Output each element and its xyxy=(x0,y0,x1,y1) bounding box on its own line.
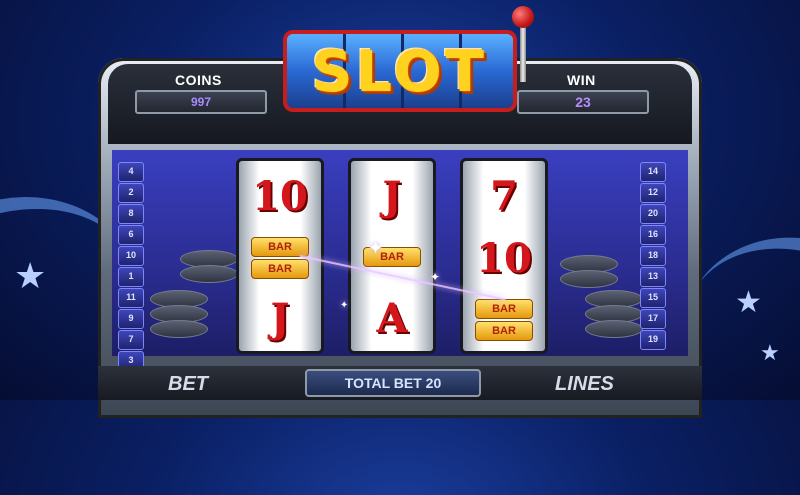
payline-button[interactable]: 18 xyxy=(640,246,666,266)
payline-button[interactable]: 16 xyxy=(640,225,666,245)
coin-icon xyxy=(180,265,238,283)
payline-button[interactable]: 4 xyxy=(118,162,144,182)
coins-value: 997 xyxy=(135,90,267,114)
lines-button[interactable]: LINES xyxy=(555,373,614,396)
payline-button[interactable]: 20 xyxy=(640,204,666,224)
payline-button[interactable]: 14 xyxy=(640,162,666,182)
bet-button[interactable]: BET xyxy=(168,373,208,396)
win-label: WIN xyxy=(567,72,596,88)
slot-title: SLOT xyxy=(312,40,488,105)
reel-symbol: J xyxy=(382,173,402,220)
payline-button[interactable]: 8 xyxy=(118,204,144,224)
reel-1: 10 BAR BAR J xyxy=(236,158,324,354)
reel-2: J BAR A xyxy=(348,158,436,354)
right-paylines: 14 12 20 16 18 13 15 17 19 xyxy=(640,162,666,351)
payline-button[interactable]: 9 xyxy=(118,309,144,329)
payline-button[interactable]: 11 xyxy=(118,288,144,308)
payline-button[interactable]: 17 xyxy=(640,309,666,329)
reel-symbol: A xyxy=(376,295,408,342)
payline-button[interactable]: 7 xyxy=(118,330,144,350)
sparkle-icon: ✦ xyxy=(340,300,349,311)
payline-button[interactable]: 13 xyxy=(640,267,666,287)
payline-button[interactable]: 10 xyxy=(118,246,144,266)
lever-knob[interactable] xyxy=(512,6,534,28)
win-value: 23 xyxy=(517,90,649,114)
sparkle-icon: ✦ xyxy=(368,238,384,258)
slot-logo: SLOT xyxy=(265,16,535,120)
bar-symbol: BAR xyxy=(475,321,533,341)
bar-symbol: BAR xyxy=(475,299,533,319)
chrome-trim xyxy=(98,130,702,150)
payline-button[interactable]: 6 xyxy=(118,225,144,245)
coin-icon xyxy=(585,320,643,338)
payline-button[interactable]: 2 xyxy=(118,183,144,203)
payline-button[interactable]: 12 xyxy=(640,183,666,203)
reel-3: 7 10 BAR BAR xyxy=(460,158,548,354)
payline-button[interactable]: 15 xyxy=(640,288,666,308)
bar-symbol: BAR xyxy=(251,259,309,279)
lever-arm[interactable] xyxy=(520,20,526,82)
coins-label: COINS xyxy=(175,72,222,88)
bar-symbol: BAR xyxy=(251,237,309,257)
reel-symbol: 10 xyxy=(252,173,308,220)
reel-symbol: 7 xyxy=(490,173,518,220)
payline-button[interactable]: 1 xyxy=(118,267,144,287)
reel-symbol: 10 xyxy=(476,235,532,282)
reel-symbol: J xyxy=(270,295,290,342)
payline-button[interactable]: 19 xyxy=(640,330,666,350)
left-paylines: 4286101119735 xyxy=(118,162,144,393)
total-bet-display: TOTAL BET 20 xyxy=(305,369,481,397)
sparkle-icon: ✦ xyxy=(430,270,441,284)
coin-icon xyxy=(560,270,618,288)
coin-icon xyxy=(150,320,208,338)
